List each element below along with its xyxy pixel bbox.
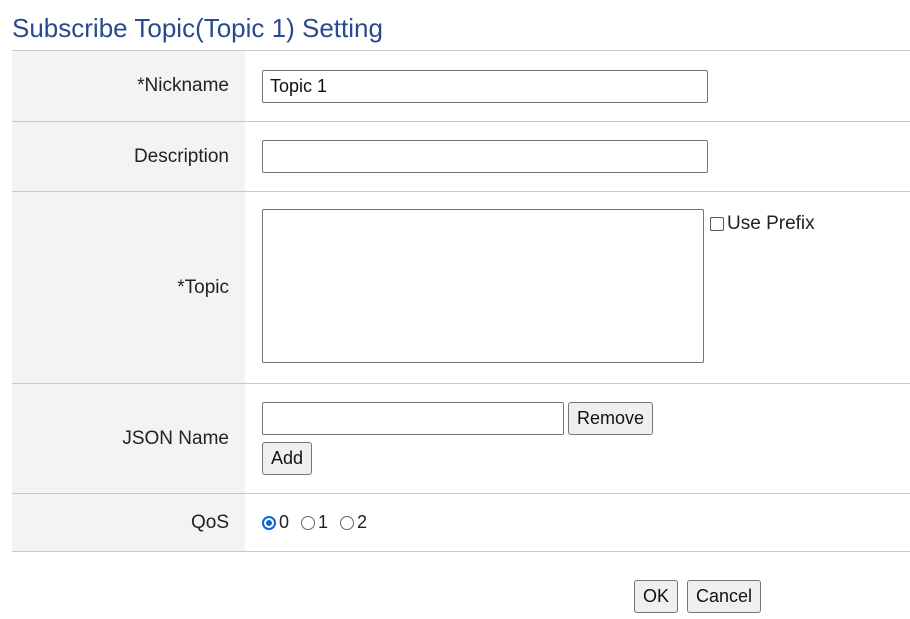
remove-button[interactable]: Remove: [568, 402, 654, 435]
qos-option-1-label: 1: [318, 512, 329, 532]
qos-radio-1[interactable]: [301, 515, 316, 530]
description-label: Description: [12, 122, 245, 191]
ok-button[interactable]: OK: [634, 580, 679, 613]
qos-option-1[interactable]: 1: [301, 512, 328, 533]
qos-option-2[interactable]: 2: [340, 512, 367, 533]
qos-option-0-label: 0: [279, 512, 290, 532]
row-nickname: *Nickname: [12, 51, 910, 122]
use-prefix-label: Use Prefix: [727, 213, 815, 234]
topic-label: *Topic: [12, 192, 245, 383]
qos-option-0[interactable]: 0: [262, 512, 289, 533]
page-title: Subscribe Topic(Topic 1) Setting: [12, 13, 383, 43]
qos-radio-0[interactable]: [262, 515, 276, 530]
qos-radio-2[interactable]: [340, 515, 355, 530]
add-button[interactable]: Add: [262, 442, 313, 475]
qos-option-2-label: 2: [357, 512, 368, 532]
row-description: Description: [12, 122, 910, 192]
qos-radio-group: 0 1 2: [262, 512, 379, 533]
settings-form: *Nickname Description *Topic Use Prefix …: [12, 50, 910, 552]
row-topic: *Topic Use Prefix: [12, 192, 910, 384]
json-name-label: JSON Name: [12, 384, 245, 493]
qos-label: QoS: [12, 494, 245, 551]
cancel-button[interactable]: Cancel: [687, 580, 762, 613]
use-prefix-checkbox[interactable]: [710, 217, 724, 231]
footer-buttons: OK Cancel: [634, 580, 762, 613]
row-qos: QoS 0 1 2: [12, 494, 910, 552]
json-name-input[interactable]: [262, 402, 564, 435]
description-input[interactable]: [262, 140, 708, 173]
nickname-label: *Nickname: [12, 51, 245, 121]
use-prefix-option[interactable]: Use Prefix: [710, 213, 815, 235]
nickname-input[interactable]: [262, 69, 708, 103]
row-json-name: JSON Name Remove Add: [12, 384, 910, 494]
topic-textarea[interactable]: [262, 209, 704, 363]
